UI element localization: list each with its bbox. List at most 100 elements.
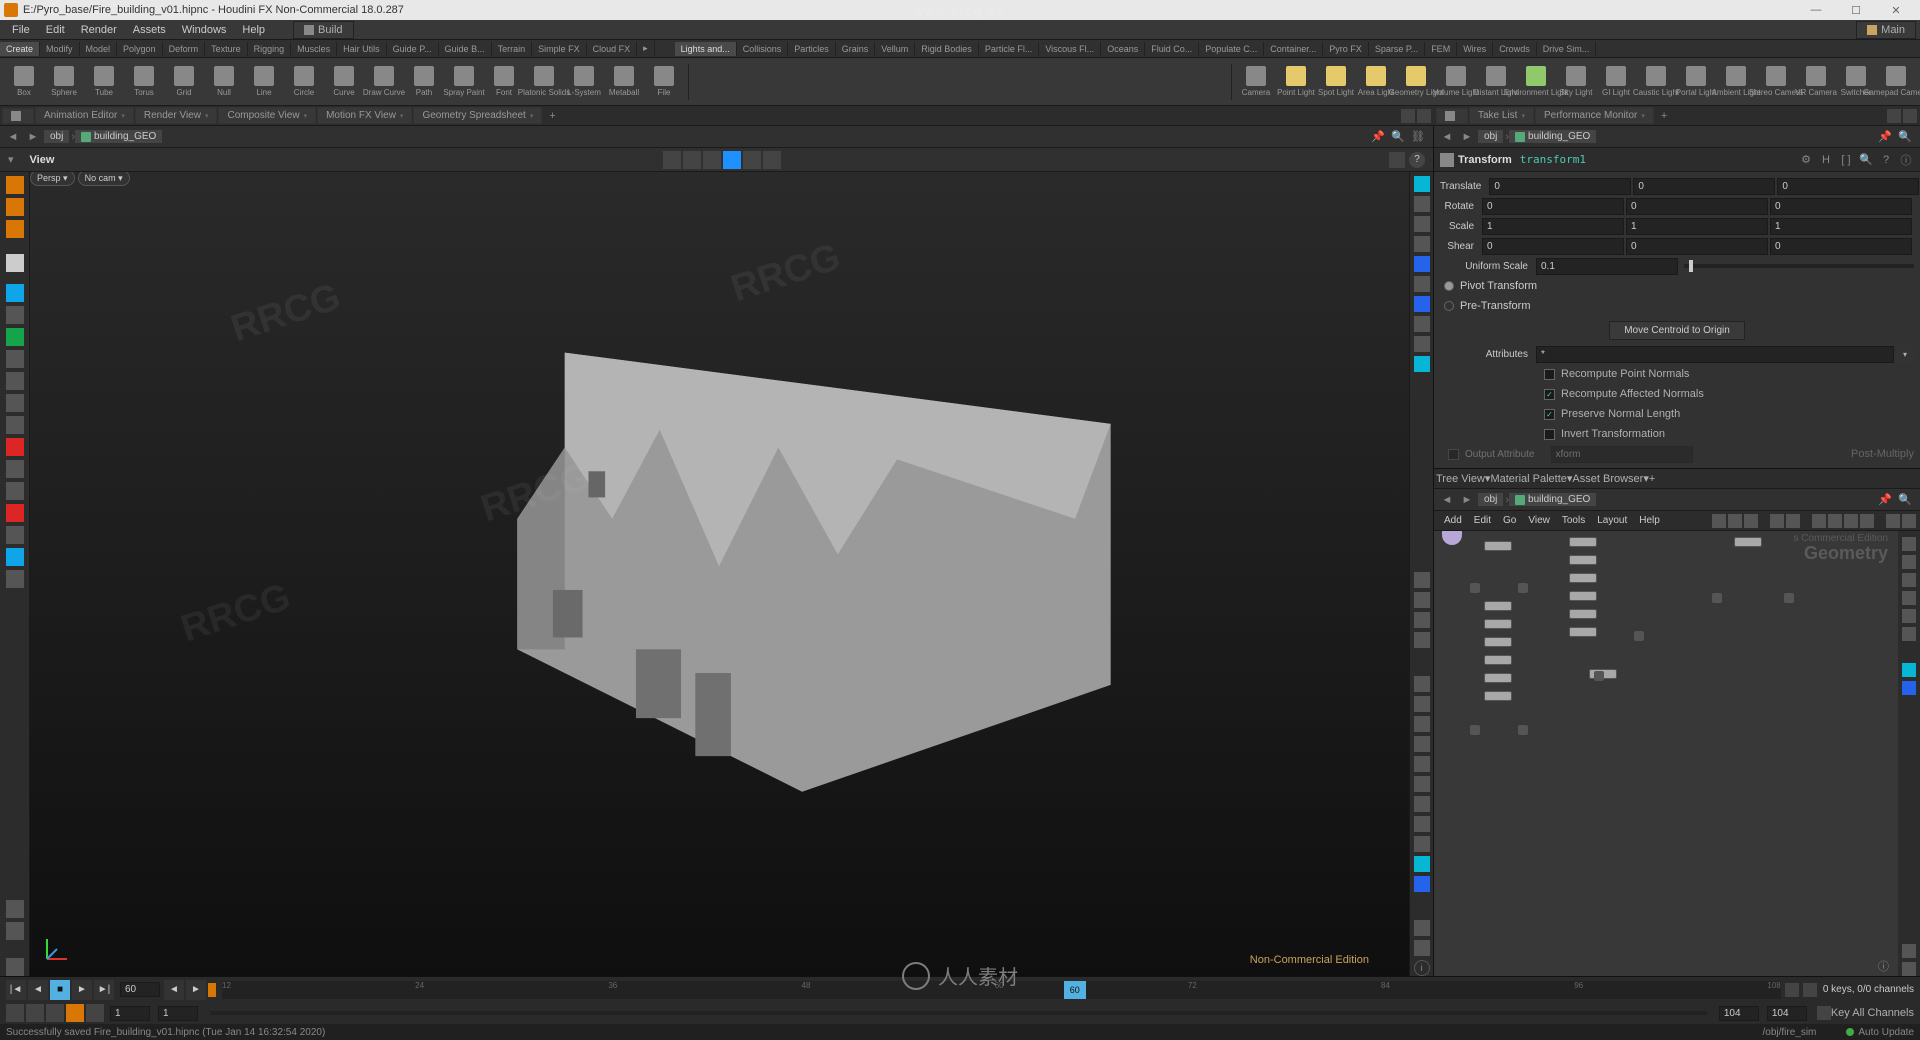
network-node[interactable] [1484,619,1512,629]
pt-nml-icon[interactable] [1414,796,1430,812]
pre-transform-link[interactable]: Pre-Transform [1460,300,1531,312]
find-icon[interactable]: 🔍 [1896,491,1914,509]
hull-icon[interactable] [1414,876,1430,892]
viewport-3d[interactable]: Persp ▾ No cam ▾ Non-Commercial Edition [30,172,1409,976]
tool-lsystem[interactable]: L-System [564,60,604,104]
crumb-obj[interactable]: obj [1478,493,1503,506]
network-node[interactable] [1569,627,1597,637]
shelf-tab[interactable]: Collisions [737,42,789,56]
effects-icon[interactable] [1414,920,1430,936]
uniform-scale-field[interactable] [1536,258,1678,275]
nav-back-icon[interactable]: ◄ [1438,491,1456,509]
first-frame-button[interactable]: |◄ [6,980,26,1000]
range-start-handle[interactable] [208,983,216,997]
tool-circle[interactable]: Circle [284,60,324,104]
tool-causticlight[interactable]: Caustic Light [1636,60,1676,104]
net-flag1-icon[interactable] [1812,514,1826,528]
net-menu-layout[interactable]: Layout [1591,513,1633,528]
net-flag4-icon[interactable] [1860,514,1874,528]
range-end-handle[interactable] [1785,983,1799,997]
network-node[interactable] [1484,541,1512,551]
network-node[interactable] [1569,591,1597,601]
scale-z-field[interactable] [1770,218,1912,235]
next-frame-button[interactable]: ► [72,980,92,1000]
help-icon[interactable]: ? [1409,152,1425,168]
network-node[interactable] [1470,725,1480,735]
preserve-normal-length-checkbox[interactable]: ✓ [1544,409,1555,420]
scale-x-field[interactable] [1482,218,1624,235]
pane-tab[interactable]: Animation Editor▾ [35,107,134,124]
lock-icon[interactable] [1414,216,1430,232]
recompute-point-normals-checkbox[interactable] [1544,369,1555,380]
pane-tab[interactable]: Tree View▾ [1436,472,1490,485]
tool-skylight[interactable]: Sky Light [1556,60,1596,104]
network-node[interactable] [1712,593,1722,603]
find-icon[interactable]: 🔍 [1896,128,1914,146]
shelf-tab[interactable]: Guide P... [387,42,439,56]
select-more-icon[interactable] [763,151,781,169]
tool-spray[interactable]: Spray Paint [444,60,484,104]
shelf-tab[interactable]: Rigid Bodies [915,42,979,56]
tool-null[interactable]: Null [204,60,244,104]
safe-area-icon[interactable] [1414,632,1430,648]
nav-fwd-icon[interactable]: ► [24,128,42,146]
hide-icon[interactable] [6,922,24,940]
tool-tube[interactable]: Tube [84,60,124,104]
prev-frame-button[interactable]: ◄ [28,980,48,1000]
network-node[interactable] [1484,601,1512,611]
scale-tool-icon[interactable] [6,350,24,368]
shelf-tab[interactable]: Modify [40,42,80,56]
guides-icon[interactable] [1414,736,1430,752]
net-cut-icon[interactable] [1712,514,1726,528]
pin-icon[interactable]: 📌 [1876,491,1894,509]
gear-icon[interactable]: ⚙ [1798,152,1814,168]
tool-camera[interactable]: Camera [1236,60,1276,104]
menu-assets[interactable]: Assets [125,22,174,38]
disp-lights-icon[interactable] [1414,356,1430,372]
net-menu-help[interactable]: Help [1633,513,1666,528]
desktop-build[interactable]: Build [293,21,353,39]
camera-badge[interactable]: No cam ▾ [78,172,130,186]
snap-point-icon[interactable] [6,438,24,456]
uniform-scale-slider[interactable] [1684,264,1914,268]
rotate-z-field[interactable] [1770,198,1912,215]
invert-transformation-checkbox[interactable] [1544,429,1555,440]
translate-z-field[interactable] [1777,178,1919,195]
tool-drawcurve[interactable]: Draw Curve [364,60,404,104]
menu-edit[interactable]: Edit [38,22,73,38]
field-guide-icon[interactable] [1414,612,1430,628]
select-points-icon[interactable] [683,151,701,169]
global-anim-opts-icon[interactable] [1803,983,1817,997]
net-zoom-icon[interactable] [1886,514,1900,528]
pane-tab[interactable]: Motion FX View▾ [317,107,412,124]
persp-badge[interactable]: Persp ▾ [30,172,75,186]
net-menu-view[interactable]: View [1522,513,1556,528]
add-pane-tab[interactable]: + [1649,473,1655,485]
audio-icon[interactable] [6,1004,24,1022]
network-node[interactable] [1484,691,1512,701]
range-end2-field[interactable] [1767,1006,1807,1021]
net-menu-add[interactable]: Add [1438,513,1468,528]
crumb-node[interactable]: building_GEO [75,130,162,143]
integer-frames-icon[interactable] [66,1004,84,1022]
shelf-tab[interactable]: Hair Utils [337,42,387,56]
last-frame-button[interactable]: ►| [94,980,114,1000]
prim-num-icon[interactable] [1414,816,1430,832]
tool-path[interactable]: Path [404,60,444,104]
shelf-tab[interactable]: Deform [163,42,206,56]
tool-geolight[interactable]: Geometry Light [1396,60,1436,104]
net-dep-icon[interactable] [1902,681,1916,695]
home-icon[interactable]: H [1818,152,1834,168]
cam-mask-icon[interactable] [1414,592,1430,608]
attributes-dropdown-icon[interactable]: ▾ [1896,346,1914,363]
pre-transform-radio[interactable] [1444,301,1454,311]
ortho-icon[interactable] [1389,152,1405,168]
info-icon[interactable]: ⓘ [1878,958,1892,972]
select-edges-icon[interactable] [703,151,721,169]
tool-vrcam[interactable]: VR Camera [1796,60,1836,104]
render-icon[interactable] [6,570,24,588]
tool-vollight[interactable]: Volume Light [1436,60,1476,104]
shelf-tab[interactable]: FEM [1425,42,1457,56]
pane-tab[interactable]: Composite View▾ [218,107,316,124]
disp-opts-icon[interactable] [1414,940,1430,956]
